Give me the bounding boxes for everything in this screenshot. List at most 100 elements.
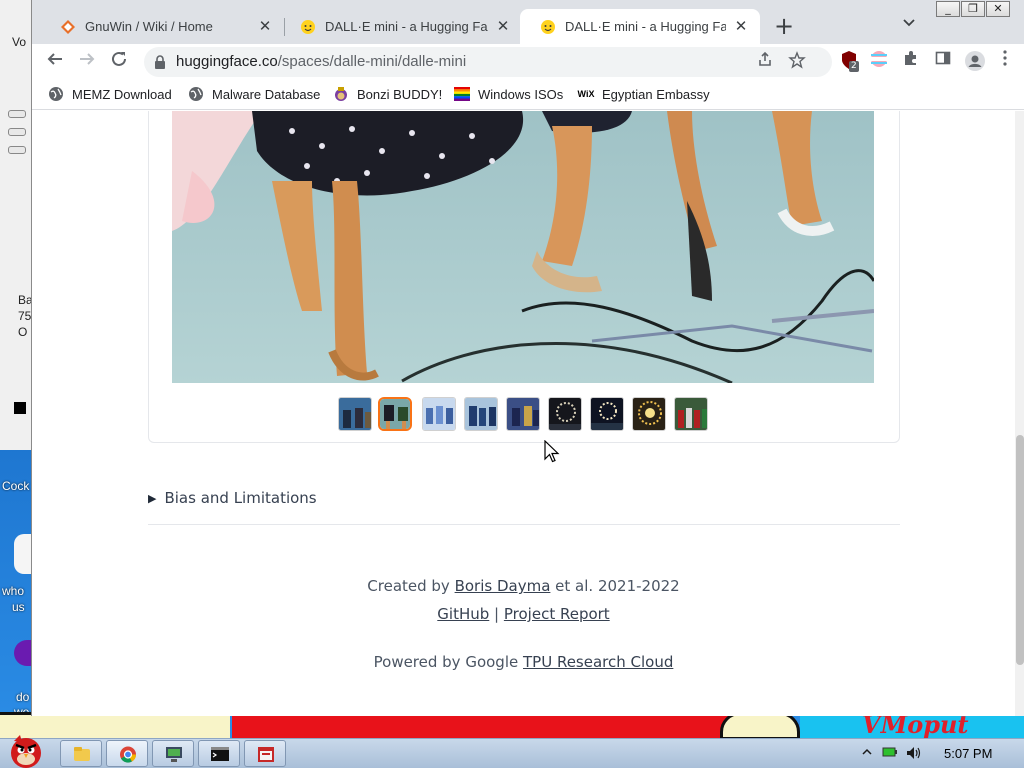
disclosure-triangle-icon: ▶	[148, 491, 157, 505]
bookmark-label: Windows ISOs	[478, 86, 564, 102]
browser-toolbar: huggingface.co/spaces/dalle-mini/dalle-m…	[32, 44, 1024, 78]
bias-and-limitations-disclosure[interactable]: ▶ Bias and Limitations	[148, 489, 317, 507]
bg-app-control	[8, 128, 26, 136]
thumbnail[interactable]	[632, 397, 666, 431]
footer-links-line: GitHub | Project Report	[32, 605, 1015, 623]
reload-icon[interactable]	[108, 50, 130, 72]
mouse-cursor-icon	[544, 439, 560, 468]
taskbar: 5:07 PM	[0, 735, 1024, 768]
thumbnail[interactable]	[674, 397, 708, 431]
thumbnail[interactable]	[464, 397, 498, 431]
tab-strip: GnuWin / Wiki / Home ✕ DALL·E mini - a H…	[32, 0, 1024, 44]
bonzi-icon	[333, 86, 349, 102]
vertical-scrollbar[interactable]	[1015, 111, 1024, 716]
tab-close-icon[interactable]: ✕	[732, 18, 750, 36]
bookmark-label: MEMZ Download	[72, 86, 172, 102]
author-link[interactable]: Boris Dayma	[455, 577, 551, 595]
tab-dalle-mini-1[interactable]: DALL·E mini - a Hugging Face ✕	[280, 9, 522, 44]
disclosure-summary-label: Bias and Limitations	[164, 489, 317, 507]
page-viewport: ▶ Bias and Limitations Created by Boris …	[32, 111, 1015, 716]
thumbnail[interactable]	[590, 397, 624, 431]
bg-app-control	[8, 146, 26, 154]
yahoo-icon[interactable]	[14, 640, 32, 666]
desktop-icon-label[interactable]: who	[2, 584, 24, 598]
battery-icon[interactable]	[882, 746, 898, 761]
new-tab-icon[interactable]: +	[770, 13, 798, 41]
tray-overflow-icon[interactable]	[862, 746, 872, 760]
close-window-button[interactable]: ✕	[986, 1, 1010, 17]
tab-title: DALL·E mini - a Hugging Face	[325, 19, 488, 34]
taskbar-cmd-button[interactable]	[198, 740, 240, 767]
bg-app-menu-text: Vo	[12, 35, 27, 49]
thumbnail[interactable]	[422, 397, 456, 431]
globe-icon	[188, 86, 204, 102]
tpu-research-cloud-link[interactable]: TPU Research Cloud	[523, 653, 673, 671]
bg-app-control	[8, 110, 26, 118]
scrollbar-thumb[interactable]	[1016, 435, 1024, 665]
maximize-button[interactable]: ❐	[961, 1, 985, 17]
section-divider	[148, 524, 900, 525]
tab-gnuwin[interactable]: GnuWin / Wiki / Home ✕	[40, 9, 284, 44]
kebab-menu-icon[interactable]	[994, 50, 1016, 72]
generated-image[interactable]	[172, 111, 874, 383]
start-button-angry-bird-icon[interactable]	[4, 731, 48, 768]
star-icon[interactable]	[786, 51, 808, 73]
desktop-app-icon[interactable]	[14, 534, 32, 574]
back-arrow-icon[interactable]	[44, 50, 66, 72]
profile-avatar-icon[interactable]	[964, 50, 986, 72]
bg-app-color-swatch	[14, 402, 26, 414]
desktop-icon-label[interactable]: us	[12, 600, 25, 614]
bookmark-malware-database[interactable]: Malware Database	[188, 84, 320, 104]
hugging-face-icon	[300, 19, 316, 35]
globe-icon	[48, 86, 64, 102]
forward-arrow-icon[interactable]	[76, 50, 98, 72]
taskbar-clock[interactable]: 5:07 PM	[944, 746, 992, 761]
bookmark-egyptian-embassy[interactable]: WiX Egyptian Embassy	[578, 84, 710, 104]
tab-close-icon[interactable]: ✕	[494, 18, 512, 36]
desktop-icon-label[interactable]: Cock	[2, 479, 29, 493]
url-host: huggingface.co	[176, 53, 278, 70]
thumbnail[interactable]	[548, 397, 582, 431]
bookmarks-bar: MEMZ Download Malware Database Bonzi BUD…	[32, 78, 1024, 110]
taskbar-explorer-button[interactable]	[60, 740, 102, 767]
taskbar-app-button[interactable]	[244, 740, 286, 767]
browser-window: GnuWin / Wiki / Home ✕ DALL·E mini - a H…	[31, 0, 1024, 716]
hugging-face-icon	[540, 19, 556, 35]
thumbnail[interactable]	[338, 397, 372, 431]
flag-extension-icon[interactable]	[868, 50, 890, 72]
minimize-button[interactable]: _	[936, 1, 960, 17]
address-bar[interactable]: huggingface.co/spaces/dalle-mini/dalle-m…	[144, 47, 832, 77]
url-text: huggingface.co/spaces/dalle-mini/dalle-m…	[176, 53, 466, 70]
tab-title: DALL·E mini - a Hugging Face	[565, 19, 726, 34]
bookmark-windows-isos[interactable]: Windows ISOs	[454, 84, 563, 104]
puzzle-icon[interactable]	[900, 50, 922, 72]
footer-text: Created by	[367, 577, 455, 595]
ublock-extension-icon[interactable]: 2	[838, 50, 860, 72]
thumbnail[interactable]	[506, 397, 540, 431]
url-path: /spaces/dalle-mini/dalle-mini	[277, 53, 467, 70]
share-icon[interactable]	[754, 51, 776, 73]
rainbow-flag-icon	[454, 86, 470, 102]
chevron-down-icon[interactable]	[902, 15, 916, 33]
bg-app-text: 75	[18, 309, 32, 323]
thumbnail-selected[interactable]	[378, 397, 412, 431]
bg-app-text: O	[18, 325, 28, 339]
github-link[interactable]: GitHub	[437, 605, 489, 623]
side-panel-icon[interactable]	[932, 50, 954, 72]
bookmark-bonzi-buddy[interactable]: Bonzi BUDDY!	[333, 84, 442, 104]
lock-icon[interactable]	[154, 54, 166, 73]
project-report-link[interactable]: Project Report	[504, 605, 610, 623]
footer-text: et al. 2021-2022	[550, 577, 680, 595]
bookmark-memz-download[interactable]: MEMZ Download	[48, 84, 172, 104]
gitlab-icon	[60, 19, 76, 35]
tab-close-icon[interactable]: ✕	[256, 18, 274, 36]
taskbar-remote-desktop-button[interactable]	[152, 740, 194, 767]
footer-text: Powered by Google	[373, 653, 523, 671]
background-app-window: Vo Ba 75 O	[0, 0, 33, 450]
footer-credit-line: Created by Boris Dayma et al. 2021-2022	[32, 577, 1015, 595]
desktop-icon-label[interactable]: do	[16, 690, 29, 704]
tab-dalle-mini-active[interactable]: DALL·E mini - a Hugging Face ✕	[520, 9, 760, 44]
bookmark-label: Egyptian Embassy	[602, 86, 710, 102]
speaker-volume-icon[interactable]	[906, 746, 922, 763]
taskbar-chrome-button[interactable]	[106, 740, 148, 767]
